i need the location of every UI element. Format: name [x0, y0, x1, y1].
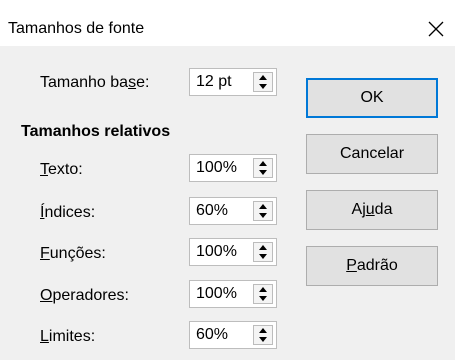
functions-size-value: 100%: [196, 243, 237, 260]
spin-down-icon[interactable]: [259, 84, 267, 89]
functions-size-label: Funções:: [40, 245, 106, 262]
spin-up-icon[interactable]: [259, 287, 267, 292]
spin-down-icon[interactable]: [259, 213, 267, 218]
operators-size-value: 100%: [196, 285, 237, 302]
base-size-spinbox[interactable]: 12 pt: [189, 68, 277, 96]
base-size-value: 12 pt: [196, 73, 232, 90]
spin-down-icon[interactable]: [259, 170, 267, 175]
default-button[interactable]: Padrão: [306, 246, 438, 286]
spin-down-icon[interactable]: [259, 296, 267, 301]
operators-size-spinbox[interactable]: 100%: [189, 280, 277, 308]
close-icon: [428, 21, 444, 37]
spin-down-icon[interactable]: [259, 337, 267, 342]
spin-down-icon[interactable]: [259, 254, 267, 259]
operators-size-label: Operadores:: [40, 287, 129, 304]
ok-button[interactable]: OK: [306, 78, 438, 118]
indices-size-label: Índices:: [40, 204, 96, 221]
indices-size-spinbox[interactable]: 60%: [189, 197, 277, 225]
indices-size-value: 60%: [196, 202, 229, 219]
indices-size-spin-buttons[interactable]: [253, 201, 273, 221]
font-sizes-dialog: Tamanhos de fonte Tamanho base: 12 pt Ta…: [0, 0, 455, 360]
spin-up-icon[interactable]: [259, 161, 267, 166]
spin-up-icon[interactable]: [259, 328, 267, 333]
functions-size-spinbox[interactable]: 100%: [189, 238, 277, 266]
base-size-spin-buttons[interactable]: [253, 72, 273, 92]
spin-up-icon[interactable]: [259, 204, 267, 209]
limits-size-spin-buttons[interactable]: [253, 325, 273, 345]
operators-size-spin-buttons[interactable]: [253, 284, 273, 304]
text-size-label: Texto:: [40, 161, 83, 178]
cancel-button[interactable]: Cancelar: [306, 134, 438, 174]
text-size-value: 100%: [196, 159, 237, 176]
functions-size-spin-buttons[interactable]: [253, 242, 273, 262]
spin-up-icon[interactable]: [259, 245, 267, 250]
limits-size-value: 60%: [196, 326, 229, 343]
relative-sizes-heading: Tamanhos relativos: [21, 123, 171, 140]
spin-up-icon[interactable]: [259, 75, 267, 80]
close-button[interactable]: [419, 12, 453, 46]
title-bar: Tamanhos de fonte: [0, 0, 455, 46]
text-size-spin-buttons[interactable]: [253, 158, 273, 178]
dialog-body: Tamanho base: 12 pt Tamanhos relativos T…: [0, 46, 455, 360]
limits-size-label: Limites:: [40, 328, 96, 345]
text-size-spinbox[interactable]: 100%: [189, 154, 277, 182]
help-button[interactable]: Ajuda: [306, 190, 438, 230]
limits-size-spinbox[interactable]: 60%: [189, 321, 277, 349]
window-title: Tamanhos de fonte: [8, 20, 145, 37]
base-size-label: Tamanho base:: [40, 74, 150, 91]
